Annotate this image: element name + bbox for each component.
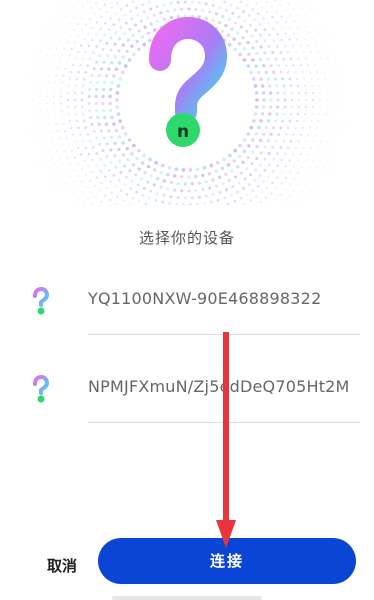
divider [88,334,360,335]
question-mark-logo-icon: n [149,16,228,147]
dialog-title: 选择你的设备 [138,229,235,247]
hero-banner: n [0,0,374,215]
device-name: NPMJFXmuN/Zj5edDeQ705Ht2M [88,377,350,396]
device-name: YQ1100NXW-90E468898322 [88,289,322,308]
device-select-dialog: 选择你的设备 YQ1100NXW-90E468898322 NPMJFXmuN/… [0,205,374,600]
svg-text:n: n [177,122,189,142]
question-mark-device-icon [33,287,50,315]
connect-button[interactable]: 连接 [98,538,356,584]
divider [88,422,360,423]
question-mark-device-icon [33,375,50,403]
home-indicator [112,596,262,600]
device-list-item[interactable]: YQ1100NXW-90E468898322 [0,265,374,335]
cancel-button[interactable]: 取消 [40,551,84,581]
device-list-item[interactable]: NPMJFXmuN/Zj5edDeQ705Ht2M [0,353,374,423]
